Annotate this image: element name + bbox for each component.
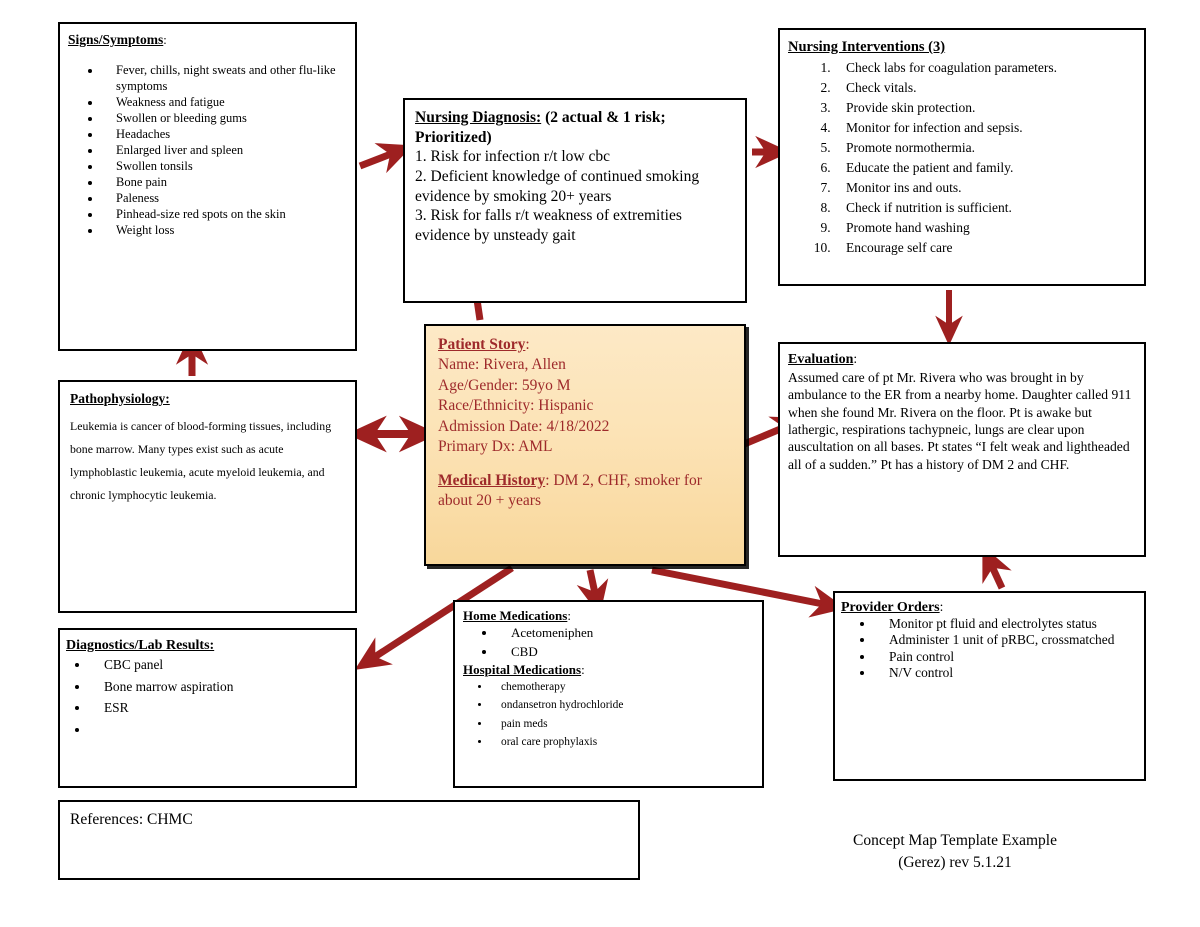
evaluation-header-suffix: :	[853, 351, 858, 366]
list-item: Acetomeniphen	[497, 624, 756, 643]
list-item: Encourage self care	[834, 238, 1136, 258]
provider-orders-header-suffix: :	[939, 599, 944, 614]
list-item: Provide skin protection.	[834, 98, 1136, 118]
list-item: Weakness and fatigue	[102, 94, 347, 110]
signs-symptoms-heading: Signs/Symptoms:	[68, 32, 347, 48]
evaluation-box: Evaluation: Assumed care of pt Mr. River…	[778, 342, 1146, 557]
footer-title: Concept Map Template Example	[853, 832, 1057, 849]
nursing-diagnosis-item: 2. Deficient knowledge of continued smok…	[415, 168, 700, 205]
patient-race-ethnicity: Race/Ethnicity: Hispanic	[438, 397, 594, 415]
signs-symptoms-header-text: Signs/Symptoms	[68, 32, 164, 47]
list-item: Promote normothermia.	[834, 138, 1136, 158]
diagnostics-lab-results-box: Diagnostics/Lab Results: CBC panel Bone …	[58, 628, 357, 788]
footer-revision: (Gerez) rev 5.1.21	[898, 854, 1012, 871]
list-item: CBC panel	[90, 654, 349, 676]
signs-symptoms-header-suffix: :	[163, 33, 167, 47]
list-item: Pain control	[875, 649, 1138, 665]
medical-history-header-text: Medical History	[438, 471, 546, 489]
patient-story-box: Patient Story: Name: Rivera, Allen Age/G…	[424, 324, 746, 566]
patient-story-header-text: Patient Story	[438, 336, 526, 353]
concept-map-canvas: Signs/Symptoms: Fever, chills, night swe…	[0, 0, 1200, 927]
hospital-medications-header-suffix: :	[581, 661, 585, 677]
list-item: Administer 1 unit of pRBC, crossmatched	[875, 632, 1138, 648]
list-item: Monitor pt fluid and electrolytes status	[875, 616, 1138, 632]
list-item: pain meds	[491, 715, 756, 733]
nursing-interventions-box: Nursing Interventions (3) Check labs for…	[778, 28, 1146, 286]
list-item: Bone pain	[102, 174, 347, 190]
provider-orders-header-text: Provider Orders	[841, 600, 940, 615]
list-item: Check vitals.	[834, 78, 1136, 98]
patient-story-spacer	[438, 458, 732, 471]
list-item: ESR	[90, 697, 349, 719]
list-item: Bone marrow aspiration	[90, 676, 349, 698]
patient-admission-date: Admission Date: 4/18/2022	[438, 417, 610, 435]
nursing-interventions-list: Check labs for coagulation parameters. C…	[788, 58, 1136, 258]
diagnostics-list: CBC panel Bone marrow aspiration ESR	[66, 654, 349, 741]
medical-history-line: Medical History: DM 2, CHF, smoker for a…	[438, 471, 732, 512]
list-item: Promote hand washing	[834, 218, 1136, 238]
list-item: CBD	[497, 643, 756, 662]
medications-box: Home Medications: Acetomeniphen CBD Hosp…	[453, 600, 764, 788]
list-item: Headaches	[102, 126, 347, 142]
signs-symptoms-list: Fever, chills, night sweats and other fl…	[68, 62, 347, 238]
hospital-medications-list: chemotherapy ondansetron hydrochloride p…	[463, 678, 756, 752]
diagnostics-heading: Diagnostics/Lab Results:	[66, 637, 349, 654]
list-item: Paleness	[102, 190, 347, 206]
hospital-medications-header-text: Hospital Medications	[463, 661, 582, 677]
nursing-interventions-heading: Nursing Interventions (3)	[788, 37, 1136, 58]
signs-symptoms-box: Signs/Symptoms: Fever, chills, night swe…	[58, 22, 357, 351]
arrow-patientstory-to-medications	[576, 569, 609, 616]
list-item	[90, 719, 349, 741]
footer-caption: Concept Map Template Example (Gerez) rev…	[790, 830, 1120, 874]
references-box: References: CHMC	[58, 800, 640, 880]
patient-name: Name: Rivera, Allen	[438, 356, 566, 374]
list-item: Check if nutrition is sufficient.	[834, 198, 1136, 218]
list-item: Enlarged liver and spleen	[102, 142, 347, 158]
list-item: Check labs for coagulation parameters.	[834, 58, 1136, 78]
provider-orders-heading: Provider Orders:	[841, 599, 1138, 616]
evaluation-body: Assumed care of pt Mr. Rivera who was br…	[788, 369, 1132, 472]
nursing-interventions-header-text: Nursing Interventions (3)	[788, 39, 946, 55]
evaluation-heading: Evaluation:	[788, 350, 1136, 369]
hospital-medications-heading: Hospital Medications:	[463, 662, 756, 678]
list-item: N/V control	[875, 665, 1138, 681]
list-item: chemotherapy	[491, 678, 756, 696]
patient-story-heading: Patient Story:	[438, 335, 732, 355]
nursing-diagnosis-item: 3. Risk for falls r/t weakness of extrem…	[415, 207, 682, 245]
patient-age-gender: Age/Gender: 59yo M	[438, 376, 571, 394]
patient-primary-dx: Primary Dx: AML	[438, 438, 553, 456]
home-medications-header-text: Home Medications	[463, 608, 568, 623]
patient-story-header-suffix: :	[525, 336, 530, 353]
pathophysiology-body: Leukemia is cancer of blood-forming tiss…	[70, 419, 332, 502]
nursing-diagnosis-heading: Nursing Diagnosis: (2 actual & 1 risk; P…	[415, 108, 735, 147]
pathophysiology-heading: Pathophysiology:	[70, 391, 345, 407]
list-item: Swollen tonsils	[102, 158, 347, 174]
list-item: Pinhead-size red spots on the skin	[102, 206, 347, 222]
list-item: Fever, chills, night sweats and other fl…	[102, 62, 347, 94]
provider-orders-list: Monitor pt fluid and electrolytes status…	[841, 616, 1138, 681]
pathophysiology-box: Pathophysiology: Leukemia is cancer of b…	[58, 380, 357, 613]
references-text: References: CHMC	[70, 811, 193, 828]
home-medications-header-suffix: :	[567, 608, 571, 623]
pathophysiology-header-text: Pathophysiology:	[70, 391, 170, 406]
evaluation-header-text: Evaluation	[788, 352, 854, 367]
nursing-diagnosis-header-text: Nursing Diagnosis:	[415, 109, 542, 126]
diagnostics-header-text: Diagnostics/Lab Results:	[66, 638, 215, 653]
home-medications-heading: Home Medications:	[463, 608, 756, 624]
list-item: Weight loss	[102, 222, 347, 238]
list-item: oral care prophylaxis	[491, 733, 756, 751]
arrow-provider-orders-to-evaluation	[982, 545, 1012, 590]
arrow-signs-to-diagnosis	[358, 143, 413, 174]
home-medications-list: Acetomeniphen CBD	[463, 624, 756, 662]
nursing-diagnosis-box: Nursing Diagnosis: (2 actual & 1 risk; P…	[403, 98, 747, 303]
list-item: Monitor for infection and sepsis.	[834, 118, 1136, 138]
list-item: Educate the patient and family.	[834, 158, 1136, 178]
list-item: Swollen or bleeding gums	[102, 110, 347, 126]
nursing-diagnosis-item: 1. Risk for infection r/t low cbc	[415, 148, 610, 166]
provider-orders-box: Provider Orders: Monitor pt fluid and el…	[833, 591, 1146, 781]
list-item: ondansetron hydrochloride	[491, 696, 756, 714]
list-item: Monitor ins and outs.	[834, 178, 1136, 198]
